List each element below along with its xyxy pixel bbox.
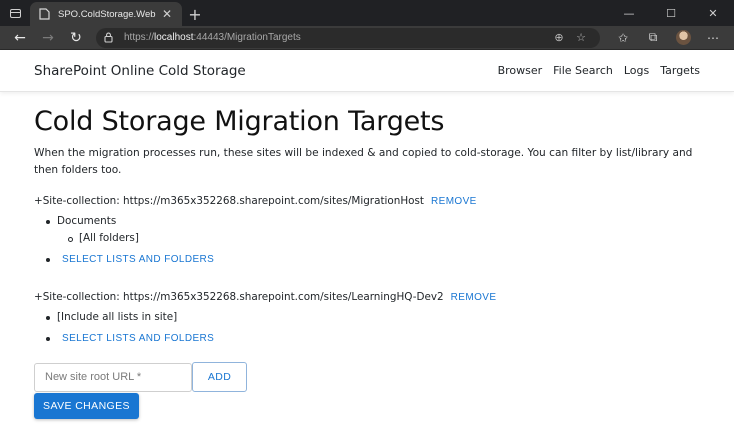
new-tab-icon[interactable]: + — [182, 2, 208, 26]
site-list: Documents [All folders] SELECT LISTS AND… — [34, 213, 700, 268]
close-tab-icon[interactable]: ✕ — [160, 7, 174, 21]
folder-item: [All folders] — [68, 230, 700, 247]
save-changes-button[interactable]: SAVE CHANGES — [34, 393, 139, 419]
folder-name: [All folders] — [79, 232, 139, 244]
favorite-star-icon[interactable]: ☆ — [570, 31, 592, 44]
list-item: SELECT LISTS AND FOLDERS — [46, 330, 700, 347]
tab-title: SPO.ColdStorage.Web — [58, 8, 156, 20]
site-collection-block: +Site-collection: https://m365x352268.sh… — [34, 291, 700, 347]
nav-links: Browser File Search Logs Targets — [498, 64, 700, 77]
site-url-input[interactable] — [34, 362, 192, 392]
address-toolbar: ← → ↻ https://localhost:44443/MigrationT… — [0, 26, 734, 50]
list-item: Documents [All folders] — [46, 213, 700, 247]
collections-icon[interactable]: ⧉ — [638, 27, 668, 49]
url-host: localhost — [154, 32, 194, 43]
browser-tab-bar: SPO.ColdStorage.Web ✕ + — ☐ ✕ — [0, 0, 734, 26]
site-collection-url: +Site-collection: https://m365x352268.sh… — [34, 291, 444, 303]
site-collection-row: +Site-collection: https://m365x352268.sh… — [34, 195, 700, 207]
folder-list: [All folders] — [57, 230, 700, 247]
nav-link-browser[interactable]: Browser — [498, 64, 543, 77]
nav-link-file-search[interactable]: File Search — [553, 64, 613, 77]
back-icon[interactable]: ← — [6, 27, 34, 49]
url-path: :44443/MigrationTargets — [193, 32, 301, 43]
site-collection-block: +Site-collection: https://m365x352268.sh… — [34, 195, 700, 268]
favorites-icon[interactable]: ✩ — [608, 27, 638, 49]
list-name: [Include all lists in site] — [57, 311, 178, 323]
browser-tab[interactable]: SPO.ColdStorage.Web ✕ — [30, 2, 182, 26]
window-controls: — ☐ ✕ — [608, 0, 734, 26]
select-lists-folders-button[interactable]: SELECT LISTS AND FOLDERS — [57, 254, 214, 265]
profile-avatar[interactable] — [668, 27, 698, 49]
app-navbar: SharePoint Online Cold Storage Browser F… — [0, 50, 734, 92]
address-bar[interactable]: https://localhost:44443/MigrationTargets… — [96, 27, 600, 48]
list-name: Documents — [57, 215, 117, 227]
remove-site-button[interactable]: REMOVE — [431, 196, 477, 207]
site-collection-row: +Site-collection: https://m365x352268.sh… — [34, 291, 700, 303]
list-item: [Include all lists in site] — [46, 309, 700, 326]
add-site-row: ADD — [34, 362, 700, 392]
remove-site-button[interactable]: REMOVE — [451, 292, 497, 303]
main-content: Cold Storage Migration Targets When the … — [0, 92, 734, 419]
add-site-button[interactable]: ADD — [192, 362, 247, 392]
site-collection-url: +Site-collection: https://m365x352268.sh… — [34, 195, 425, 207]
maximize-icon[interactable]: ☐ — [650, 0, 692, 26]
nav-link-targets[interactable]: Targets — [660, 64, 700, 77]
window-menu-icon[interactable] — [0, 0, 30, 26]
close-window-icon[interactable]: ✕ — [692, 0, 734, 26]
list-item: SELECT LISTS AND FOLDERS — [46, 251, 700, 268]
lock-icon[interactable] — [104, 32, 118, 43]
refresh-icon[interactable]: ↻ — [62, 27, 90, 49]
page-title: Cold Storage Migration Targets — [34, 106, 445, 137]
more-menu-icon[interactable]: ⋯ — [698, 27, 728, 49]
page-intro: When the migration processes run, these … — [34, 147, 693, 176]
minimize-icon[interactable]: — — [608, 0, 650, 26]
nav-link-logs[interactable]: Logs — [624, 64, 649, 77]
site-list: [Include all lists in site] SELECT LISTS… — [34, 309, 700, 347]
forward-icon[interactable]: → — [34, 27, 62, 49]
page-favicon-icon — [38, 8, 50, 20]
brand-title[interactable]: SharePoint Online Cold Storage — [34, 63, 246, 79]
select-lists-folders-button[interactable]: SELECT LISTS AND FOLDERS — [57, 333, 214, 344]
url-scheme: https:// — [124, 32, 155, 43]
zoom-icon[interactable]: ⊕ — [548, 31, 570, 44]
